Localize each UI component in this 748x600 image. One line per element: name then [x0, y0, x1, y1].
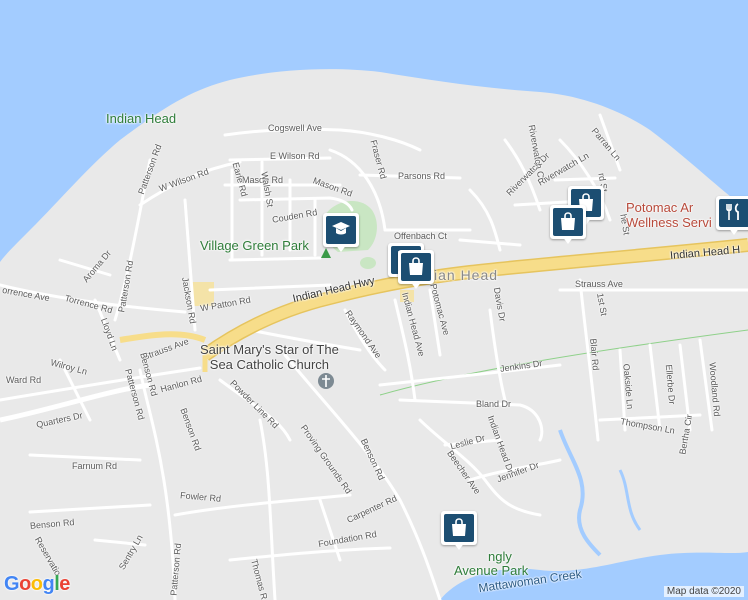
road-ward: Ward Rd — [6, 375, 42, 385]
restaurant-pin-2[interactable] — [716, 196, 748, 236]
town-label: ian Head — [434, 267, 499, 283]
map-attribution[interactable]: Map data ©2020 — [663, 586, 744, 597]
church-label-line1: Saint Mary's Star of The — [200, 342, 339, 357]
indian-head-place-label: Indian Head — [106, 111, 177, 126]
restaurant-icon — [726, 203, 739, 220]
school-pin[interactable] — [323, 213, 359, 253]
road-cogswell: Cogswell Ave — [268, 123, 322, 133]
shopping-pin-3[interactable] — [550, 205, 586, 245]
road-farnum: Farnum Rd — [72, 461, 118, 471]
church-marker — [318, 373, 334, 389]
shopping-bag-icon — [409, 257, 423, 275]
shopping-pin-1[interactable] — [398, 250, 434, 290]
church-label-line2: Sea Catholic Church — [209, 357, 330, 372]
tangly-park-label[interactable]: ngly Avenue Park — [454, 550, 528, 578]
shopping-bag-icon — [561, 212, 575, 230]
road-parsons: Parsons Rd — [398, 171, 446, 181]
google-logo[interactable]: Google — [4, 573, 70, 596]
shopping-pin-4[interactable] — [441, 511, 477, 551]
road-blair: Blair Rd — [588, 338, 601, 371]
road-bland: Bland Dr — [476, 399, 512, 409]
village-green-park-label[interactable]: Village Green Park — [200, 239, 309, 252]
road-offenbach: Offenbach Ct — [394, 231, 447, 241]
road-strauss-e: Strauss Ave — [575, 279, 623, 289]
potomac-wellness-line2: Wellness Servi — [626, 215, 712, 230]
school-icon — [332, 222, 350, 235]
road-wilson-e: E Wilson Rd — [270, 151, 320, 161]
potomac-wellness-line1: Potomac Ar — [626, 200, 694, 215]
potomac-wellness-label[interactable]: Potomac Ar Wellness Servi — [626, 200, 712, 230]
shopping-bag-icon — [452, 518, 466, 536]
church-label[interactable]: Saint Mary's Star of The Sea Catholic Ch… — [200, 342, 339, 372]
map-canvas[interactable]: Indian Head Village Green Park Saint Mar… — [0, 0, 748, 600]
tangly-park-line1: ngly — [488, 549, 512, 564]
